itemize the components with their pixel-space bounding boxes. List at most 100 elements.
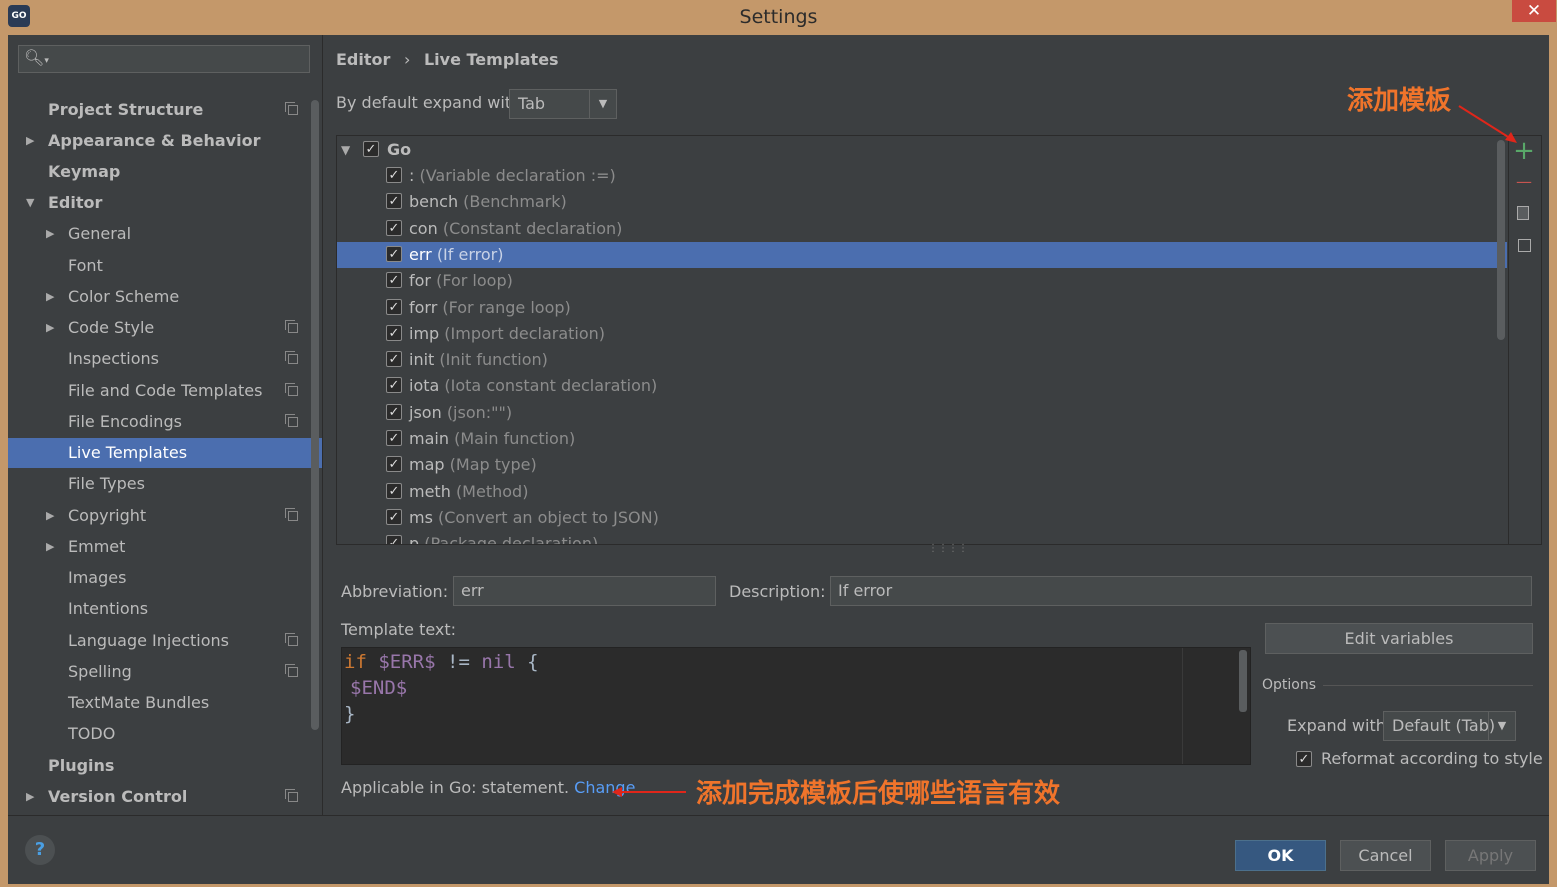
sidebar-item-label: Emmet [68,537,126,556]
collapsed-arrow-icon[interactable]: ▶ [26,782,34,812]
collapsed-arrow-icon[interactable]: ▶ [46,219,54,249]
group-checkbox[interactable]: ✓ [363,141,379,157]
template-checkbox[interactable]: ✓ [386,324,402,341]
template-description: (Package declaration) [424,534,599,545]
close-window-button[interactable]: ✕ [1512,0,1556,22]
template-row[interactable]: ✓ iota (Iota constant declaration) [337,373,1507,399]
template-abbreviation: p (Package declaration) [409,531,599,545]
sidebar-item-label: Project Structure [48,100,204,119]
template-checkbox[interactable]: ✓ [386,377,402,394]
template-row[interactable]: ✓ err (If error) [337,241,1507,268]
collapsed-arrow-icon[interactable]: ▶ [46,532,54,562]
template-row[interactable]: ✓ ms (Convert an object to JSON) [337,505,1507,531]
annotation-arrow-to-change [612,787,686,797]
template-description: (Main function) [454,429,576,448]
template-text-editor[interactable]: if $ERR$ != nil { $END$ } [341,647,1251,765]
sidebar-item-copyright[interactable]: ▶ Copyright [8,501,322,531]
sidebar-item-code-style[interactable]: ▶ Code Style [8,313,322,343]
template-checkbox[interactable]: ✓ [386,167,402,183]
template-checkbox[interactable]: ✓ [386,508,402,525]
collapsed-arrow-icon[interactable]: ▶ [46,282,54,312]
sidebar-item-file-encodings[interactable]: File Encodings [8,407,322,437]
template-group-go[interactable]: ▼ ✓ Go [337,137,1507,163]
reformat-label: Reformat according to style [1321,749,1543,768]
sidebar-item-keymap[interactable]: Keymap [8,157,322,187]
edit-variables-button[interactable]: Edit variables [1265,623,1533,654]
sidebar-item-live-templates[interactable]: Live Templates [8,438,322,468]
template-row[interactable]: ✓ bench (Benchmark) [337,189,1507,215]
template-abbr-text: main [409,429,449,448]
template-row[interactable]: ✓ forr (For range loop) [337,295,1507,321]
resize-handle-icon[interactable]: ⋮⋮⋮⋮ [928,543,968,554]
sidebar-item-file-and-code-templates[interactable]: File and Code Templates [8,376,322,406]
template-row[interactable]: ✓ p (Package declaration) [337,531,1507,545]
abbreviation-label: Abbreviation: [341,582,449,601]
sidebar-item-general[interactable]: ▶ General [8,219,322,249]
apply-button[interactable]: Apply [1445,840,1536,871]
collapsed-arrow-icon[interactable]: ▶ [26,126,34,156]
template-row[interactable]: ✓: (Variable declaration :=) [337,163,1507,189]
template-checkbox[interactable]: ✓ [386,535,402,544]
template-checkbox[interactable]: ✓ [386,430,402,446]
template-description: (Constant declaration) [442,218,623,238]
sidebar-item-spelling[interactable]: Spelling [8,657,322,687]
sidebar-item-color-scheme[interactable]: ▶ Color Scheme [8,282,322,312]
expand-arrow-icon[interactable]: ▼ [341,137,350,163]
template-checkbox[interactable]: ✓ [386,482,402,499]
template-group-icon[interactable] [1518,239,1531,252]
sidebar-item-version-control[interactable]: ▶ Version Control [8,782,322,812]
template-checkbox[interactable]: ✓ [386,219,402,236]
template-row[interactable]: ✓ for (For loop) [337,268,1507,294]
default-expand-select[interactable]: Tab ▼ [509,89,617,119]
sidebar-scrollbar[interactable] [311,100,319,730]
sidebar-item-intentions[interactable]: Intentions [8,594,322,624]
template-row[interactable]: ✓ meth (Method) [337,479,1507,505]
collapsed-arrow-icon[interactable]: ▶ [46,501,54,531]
template-checkbox[interactable]: ✓ [386,272,402,289]
template-abbreviation: ms (Convert an object to JSON) [409,505,659,531]
templates-scrollbar[interactable] [1497,140,1505,340]
template-checkbox[interactable]: ✓ [386,193,402,210]
template-checkbox[interactable]: ✓ [386,351,402,368]
template-abbreviation: bench (Benchmark) [409,189,567,215]
sidebar-item-file-types[interactable]: File Types [8,469,322,499]
copy-template-icon[interactable] [1517,206,1529,220]
template-row[interactable]: ✓ con (Constant declaration) [337,216,1507,242]
expand-with-label: Expand with [1287,716,1386,735]
template-row[interactable]: ✓ map (Map type) [337,452,1507,478]
settings-search-input[interactable] [18,45,310,73]
sidebar-item-images[interactable]: Images [8,563,322,593]
template-row[interactable]: ✓ init (Init function) [337,347,1507,373]
template-checkbox[interactable]: ✓ [386,245,402,262]
template-text-label: Template text: [341,620,457,639]
description-input[interactable]: If error [830,576,1532,606]
sidebar-item-todo[interactable]: TODO [8,719,322,749]
sidebar-item-editor[interactable]: ▼ Editor [8,188,322,218]
sidebar-item-language-injections[interactable]: Language Injections [8,626,322,656]
sidebar-item-appearance-behavior[interactable]: ▶ Appearance & Behavior [8,126,322,156]
remove-template-minus-icon[interactable]: — [1512,170,1536,194]
template-row[interactable]: ✓ main (Main function) [337,426,1507,452]
ok-button[interactable]: OK [1235,840,1326,871]
sidebar-item-project-structure[interactable]: Project Structure [8,95,322,125]
sidebar-item-font[interactable]: Font [8,251,322,281]
expand-with-select[interactable]: Default (Tab) ▼ [1383,711,1516,741]
cancel-button[interactable]: Cancel [1340,840,1431,871]
template-row[interactable]: ✓ json (json:"") [337,400,1507,426]
sidebar-item-emmet[interactable]: ▶ Emmet [8,532,322,562]
code-op: != [447,651,470,673]
breadcrumb-editor[interactable]: Editor [336,50,390,69]
template-checkbox[interactable]: ✓ [386,456,402,473]
expanded-arrow-icon[interactable]: ▼ [26,188,34,218]
sidebar-item-plugins[interactable]: Plugins [8,751,322,781]
template-checkbox[interactable]: ✓ [386,298,402,315]
sidebar-item-inspections[interactable]: Inspections [8,344,322,374]
template-checkbox[interactable]: ✓ [386,403,402,420]
reformat-checkbox[interactable]: ✓ [1296,751,1312,767]
abbreviation-input[interactable]: err [453,576,716,606]
collapsed-arrow-icon[interactable]: ▶ [46,313,54,343]
editor-scrollbar[interactable] [1239,650,1247,712]
help-button[interactable]: ? [25,835,55,865]
template-row[interactable]: ✓ imp (Import declaration) [337,321,1507,347]
sidebar-item-textmate-bundles[interactable]: TextMate Bundles [8,688,322,718]
